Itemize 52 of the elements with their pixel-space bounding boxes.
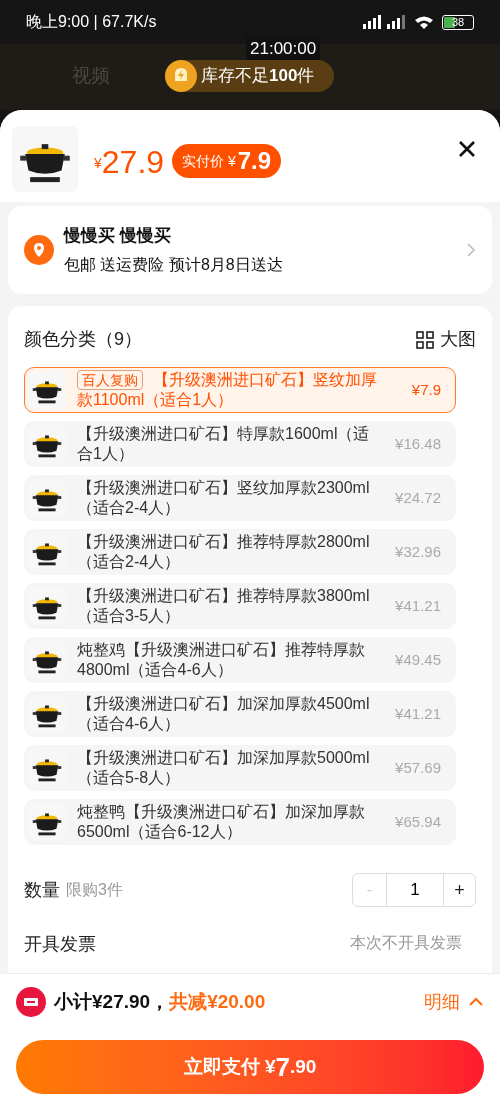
option-name: 【升级澳洲进口矿石】特厚款1600ml（适合1人） <box>77 424 371 464</box>
option-price: ¥49.45 <box>394 649 441 670</box>
repurchase-tag: 百人复购 <box>77 370 143 390</box>
spec-option[interactable]: 【升级澳洲进口矿石】推荐特厚款3800ml（适合3-5人） ¥41.21 <box>24 583 456 629</box>
option-price: ¥41.21 <box>394 703 441 724</box>
section-title: 颜色分类（9） <box>24 328 142 351</box>
status-time: 晚上9:00 | 67.7K/s <box>26 12 157 32</box>
paid-price-badge: 实付价 ¥7.9 <box>172 144 282 178</box>
option-name: 炖整鸭【升级澳洲进口矿石】加深加厚款6500ml（适合6-12人） <box>77 802 366 842</box>
large-view-toggle[interactable]: 大图 <box>440 326 476 353</box>
option-price: ¥65.94 <box>394 811 441 832</box>
signal-icon <box>362 15 406 29</box>
coupon-icon <box>16 987 46 1017</box>
option-name: 【升级澳洲进口矿石】加深加厚款4500ml（适合4-6人） <box>77 694 371 734</box>
spec-option[interactable]: 【升级澳洲进口矿石】加深加厚款5000ml（适合5-8人） ¥57.69 <box>24 745 456 791</box>
spec-option[interactable]: 【升级澳洲进口矿石】特厚款1600ml（适合1人） ¥16.48 <box>24 421 456 467</box>
option-price: ¥57.69 <box>394 757 441 778</box>
option-name: 【升级澳洲进口矿石】竖纹加厚款2300ml（适合2-4人） <box>77 478 371 518</box>
option-name: 【升级澳洲进口矿石】推荐特厚款2800ml（适合2-4人） <box>77 532 371 572</box>
option-name: 百人复购 【升级澳洲进口矿石】竖纹加厚款1100ml（适合1人） <box>77 370 377 410</box>
countdown-timer: 21:00:00 <box>246 36 321 62</box>
stock-notice-text: 库存不足100件 <box>201 65 315 88</box>
option-name: 【升级澳洲进口矿石】加深加厚款5000ml（适合5-8人） <box>77 748 371 788</box>
option-price: ¥7.9 <box>410 379 441 400</box>
spec-option[interactable]: 炖整鸭【升级澳洲进口矿石】加深加厚款6500ml（适合6-12人） ¥65.94 <box>24 799 456 845</box>
option-name: 炖整鸡【升级澳洲进口矿石】推荐特厚款4800ml（适合4-6人） <box>77 640 366 680</box>
delivery-info: 包邮 送运费险 预计8月8日送达 <box>64 254 283 275</box>
option-price: ¥32.96 <box>394 541 441 562</box>
invoice-label: 开具发票 <box>24 933 96 956</box>
bell-icon <box>165 60 197 92</box>
recipient-name: 慢慢买 慢慢买 <box>64 225 172 248</box>
spec-option[interactable]: 【升级澳洲进口矿石】加深加厚款4500ml（适合4-6人） ¥41.21 <box>24 691 456 737</box>
chevron-up-icon <box>468 997 484 1007</box>
chevron-right-icon <box>466 242 476 258</box>
quantity-label: 数量 <box>24 878 60 902</box>
total-discount: 共减¥20.00 <box>169 989 266 1014</box>
address-card[interactable]: 慢慢买 慢慢买 包邮 送运费险 预计8月8日送达 <box>8 206 492 294</box>
option-price: ¥16.48 <box>394 433 441 454</box>
option-name: 【升级澳洲进口矿石】推荐特厚款3800ml（适合3-5人） <box>77 586 371 626</box>
option-price: ¥24.72 <box>394 487 441 508</box>
spec-option[interactable]: 【升级澳洲进口矿石】推荐特厚款2800ml（适合2-4人） ¥32.96 <box>24 529 456 575</box>
purchase-limit: 限购3件 <box>66 880 123 900</box>
spec-option[interactable]: 炖整鸡【升级澳洲进口矿石】推荐特厚款4800ml（适合4-6人） ¥49.45 <box>24 637 456 683</box>
grid-icon <box>416 330 434 349</box>
spec-option[interactable]: 【升级澳洲进口矿石】竖纹加厚款2300ml（适合2-4人） ¥24.72 <box>24 475 456 521</box>
close-icon[interactable] <box>458 140 476 158</box>
wifi-icon <box>414 15 434 29</box>
location-icon <box>24 235 54 265</box>
subtotal: 小计¥27.90， <box>54 989 170 1014</box>
product-price: 27.9 <box>101 146 165 178</box>
option-price: ¥41.21 <box>394 595 441 616</box>
currency-symbol: ¥ <box>94 155 102 171</box>
